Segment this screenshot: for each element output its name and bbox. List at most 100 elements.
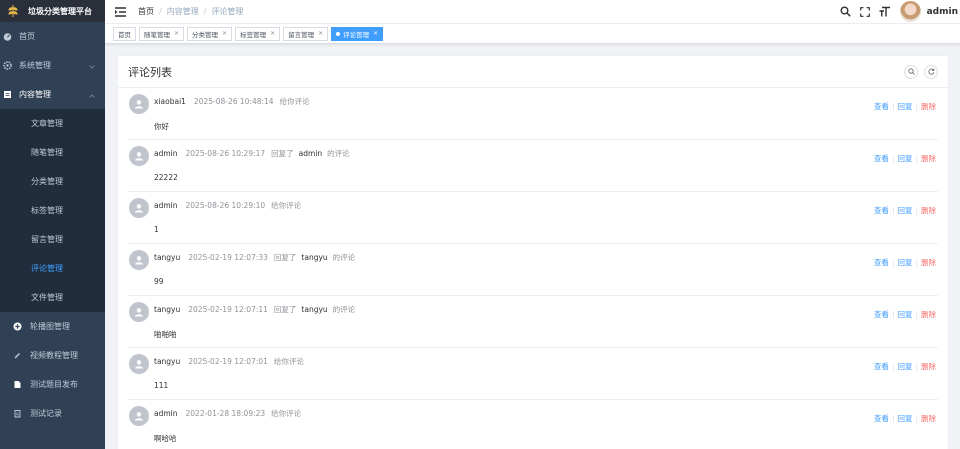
comment-action: 给你评论	[271, 409, 302, 418]
sidebar-item-files[interactable]: 文件管理	[0, 283, 105, 312]
sidebar-item-tags[interactable]: 标签管理	[0, 196, 105, 225]
delete-link[interactable]: 删除	[921, 257, 936, 268]
hamburger-icon[interactable]	[115, 6, 126, 17]
search-icon[interactable]	[840, 6, 851, 17]
comment-action: 回复了	[273, 253, 297, 262]
delete-link[interactable]: 删除	[921, 413, 936, 424]
sidebar-item-system[interactable]: 系统管理	[0, 51, 105, 80]
tag-label: 随笔管理	[144, 30, 170, 39]
view-link[interactable]: 查看	[874, 361, 889, 372]
refresh-button[interactable]	[924, 64, 938, 79]
tag-label: 分类管理	[192, 30, 219, 39]
view-link[interactable]: 查看	[874, 309, 889, 320]
file-icon	[12, 380, 22, 390]
comment-ops: 查看 | 回复 | 删除	[873, 257, 936, 268]
comment-content: 1	[154, 225, 159, 234]
comment-user: xiaobai1	[154, 97, 186, 106]
reply-link[interactable]: 回复	[897, 101, 912, 112]
comment-item: tangyu 2025-02-19 12:07:33 回复了 tangyu 的评…	[128, 244, 938, 296]
sidebar-item-videos[interactable]: 视频教程管理	[0, 341, 105, 370]
reply-link[interactable]: 回复	[897, 205, 912, 216]
delete-link[interactable]: 删除	[921, 309, 936, 320]
comment-action: 回复了	[271, 149, 294, 158]
tags-view: 首页 随笔管理 × 分类管理 × 标签管理 × 留言管理 × 评论管理 ×	[105, 24, 960, 44]
sidebar-item-quiz-records[interactable]: 测试记录	[0, 399, 105, 428]
view-link[interactable]: 查看	[874, 153, 889, 164]
comment-time: 2025-02-19 12:07:01	[188, 357, 268, 366]
plus-circle-icon	[12, 322, 22, 332]
delete-link[interactable]: 删除	[921, 153, 936, 164]
sidebar-item-content[interactable]: 内容管理	[0, 80, 105, 109]
view-link[interactable]: 查看	[874, 257, 889, 268]
comment-user: admin	[154, 201, 178, 210]
sidebar-item-essays[interactable]: 随笔管理	[0, 138, 105, 167]
sidebar-item-label: 测试题目发布	[30, 380, 78, 389]
close-icon[interactable]: ×	[174, 30, 179, 37]
logo[interactable]: 垃圾分类管理平台	[0, 0, 105, 22]
tag-label: 首页	[118, 30, 131, 39]
avatar[interactable]	[899, 1, 921, 22]
comment-ops: 查看 | 回复 | 删除	[873, 205, 936, 216]
sidebar-item-label: 测试记录	[30, 409, 62, 418]
comment-card: 评论列表 xiaobai1 2025-08-26 10:48:14 给你评论 你…	[117, 55, 949, 449]
sidebar-item-label: 内容管理	[19, 90, 51, 99]
sidebar-item-home[interactable]: 首页	[0, 22, 105, 51]
close-icon[interactable]: ×	[373, 30, 378, 37]
comment-item: admin 2022-01-28 18:09:23 给你评论 啊哈哈 查看 | …	[128, 400, 938, 449]
font-size-icon[interactable]	[879, 6, 891, 17]
sidebar-item-quiz-publish[interactable]: 测试题目发布	[0, 370, 105, 399]
reply-link[interactable]: 回复	[897, 413, 912, 424]
comment-suffix: 的评论	[332, 305, 356, 314]
tag-categories[interactable]: 分类管理 ×	[187, 26, 233, 41]
tag-tags[interactable]: 标签管理 ×	[235, 26, 281, 41]
active-dot-icon	[336, 31, 341, 36]
main-content: 评论列表 xiaobai1 2025-08-26 10:48:14 给你评论 你…	[105, 44, 960, 449]
search-button[interactable]	[904, 64, 918, 79]
fullscreen-icon[interactable]	[859, 6, 870, 17]
view-link[interactable]: 查看	[874, 413, 889, 424]
right-menu: admin	[840, 1, 960, 22]
clipboard-icon	[12, 409, 22, 419]
reply-link[interactable]: 回复	[897, 153, 912, 164]
comment-ops: 查看 | 回复 | 删除	[873, 361, 936, 372]
close-icon[interactable]: ×	[270, 30, 275, 37]
close-icon[interactable]: ×	[318, 30, 323, 37]
breadcrumb-comments: 评论管理	[211, 7, 244, 16]
app-title: 垃圾分类管理平台	[28, 6, 92, 16]
gear-icon	[2, 61, 12, 71]
comment-time: 2025-02-19 12:07:11	[188, 305, 268, 314]
sidebar-item-comments[interactable]: 评论管理	[0, 254, 105, 283]
tag-home[interactable]: 首页	[113, 26, 136, 41]
breadcrumb-home[interactable]: 首页	[138, 6, 154, 17]
view-link[interactable]: 查看	[874, 101, 889, 112]
comment-time: 2025-02-19 12:07:33	[188, 253, 268, 262]
sidebar-item-articles[interactable]: 文章管理	[0, 109, 105, 138]
sidebar-item-categories[interactable]: 分类管理	[0, 167, 105, 196]
view-link[interactable]: 查看	[874, 205, 889, 216]
sidebar-item-label: 系统管理	[19, 61, 51, 70]
delete-link[interactable]: 删除	[921, 101, 936, 112]
comment-ops: 查看 | 回复 | 删除	[873, 101, 936, 112]
username[interactable]: admin	[927, 7, 958, 17]
tag-comments[interactable]: 评论管理 ×	[331, 26, 384, 41]
tag-messages[interactable]: 留言管理 ×	[283, 26, 329, 41]
comment-content: 你好	[154, 122, 169, 131]
comment-ops: 查看 | 回复 | 删除	[873, 309, 936, 320]
reply-link[interactable]: 回复	[897, 257, 912, 268]
reply-link[interactable]: 回复	[897, 309, 912, 320]
reply-link[interactable]: 回复	[897, 361, 912, 372]
search-icon	[907, 68, 915, 75]
sidebar-item-label: 视频教程管理	[30, 351, 78, 360]
sidebar-item-carousel[interactable]: 轮播图管理	[0, 312, 105, 341]
comment-user: admin	[154, 149, 178, 158]
delete-link[interactable]: 删除	[921, 205, 936, 216]
document-icon	[2, 90, 12, 100]
close-icon[interactable]: ×	[222, 30, 227, 37]
comment-content: 111	[154, 381, 169, 390]
delete-link[interactable]: 删除	[921, 361, 936, 372]
tag-essays[interactable]: 随笔管理 ×	[139, 26, 185, 41]
comment-content: 啊哈哈	[154, 434, 177, 443]
refresh-icon	[927, 68, 934, 75]
sidebar-item-label: 评论管理	[31, 264, 63, 273]
sidebar-item-messages[interactable]: 留言管理	[0, 225, 105, 254]
